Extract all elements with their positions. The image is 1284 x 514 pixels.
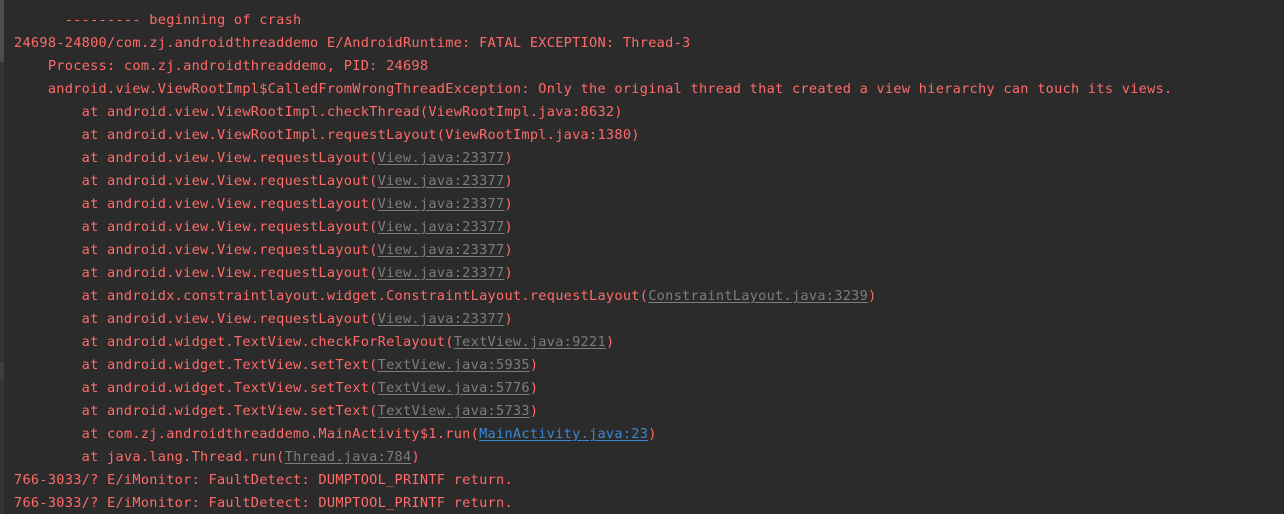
log-line-stack-viewrootimpl-requestlayout: at android.view.ViewRootImpl.requestLayo… (0, 124, 1284, 147)
log-text: ) (529, 380, 539, 396)
source-link-external[interactable]: TextView.java:5776 (378, 380, 530, 396)
source-link-external[interactable]: TextView.java:9221 (454, 334, 606, 350)
log-text: ) (504, 242, 513, 258)
log-text: ) (504, 196, 513, 212)
log-line-stack-constraintlayout-requestlayout: at androidx.constraintlayout.widget.Cons… (0, 285, 1284, 308)
log-line-stack-settext-3: at android.widget.TextView.setText(TextV… (0, 400, 1284, 423)
log-line-stack-view-requestlayout-2: at android.view.View.requestLayout(View.… (0, 170, 1284, 193)
log-text: at android.view.View.requestLayout( (14, 173, 378, 189)
source-link-external[interactable]: View.java:23377 (378, 150, 505, 166)
log-text: 766-3033/? E/iMonitor: FaultDetect: DUMP… (14, 495, 513, 511)
log-text: at android.view.View.requestLayout( (14, 150, 378, 166)
log-text: --------- beginning of crash (14, 12, 302, 28)
log-text: at android.widget.TextView.setText( (14, 380, 378, 396)
log-text: ) (648, 426, 657, 442)
log-text: at androidx.constraintlayout.widget.Cons… (14, 288, 649, 304)
source-link-external[interactable]: View.java:23377 (378, 311, 505, 327)
log-text: at android.view.View.requestLayout( (14, 311, 378, 327)
log-line-stack-view-requestlayout-6: at android.view.View.requestLayout(View.… (0, 262, 1284, 285)
log-line-process-pid: Process: com.zj.androidthreaddemo, PID: … (0, 55, 1284, 78)
log-line-stack-view-requestlayout-1: at android.view.View.requestLayout(View.… (0, 147, 1284, 170)
log-text: ) (504, 311, 513, 327)
source-link-external[interactable]: View.java:23377 (378, 196, 505, 212)
log-text: at android.view.View.requestLayout( (14, 265, 378, 281)
log-line-fatal-exception: 24698-24800/com.zj.androidthreaddemo E/A… (0, 32, 1284, 55)
log-line-stack-view-requestlayout-7: at android.view.View.requestLayout(View.… (0, 308, 1284, 331)
log-text: ) (504, 150, 513, 166)
source-link-external[interactable]: View.java:23377 (378, 219, 505, 235)
log-line-beginning-of-crash: --------- beginning of crash (0, 9, 1284, 32)
log-line-stack-view-requestlayout-4: at android.view.View.requestLayout(View.… (0, 216, 1284, 239)
log-text: ) (529, 403, 539, 419)
log-text: at android.view.ViewRootImpl.requestLayo… (14, 127, 640, 143)
log-line-imonitor-2: 766-3033/? E/iMonitor: FaultDetect: DUMP… (0, 492, 1284, 514)
source-link-external[interactable]: TextView.java:5733 (378, 403, 530, 419)
log-text: ) (504, 173, 513, 189)
source-link-external[interactable]: View.java:23377 (378, 173, 505, 189)
log-line-stack-thread-run: at java.lang.Thread.run(Thread.java:784) (0, 446, 1284, 469)
source-link-project[interactable]: MainActivity.java:23 (479, 426, 648, 442)
log-text: at android.view.View.requestLayout( (14, 196, 378, 212)
log-text: at android.view.View.requestLayout( (14, 242, 378, 258)
log-text: ) (411, 449, 420, 465)
log-line-stack-mainactivity-run: at com.zj.androidthreaddemo.MainActivity… (0, 423, 1284, 446)
log-text: ) (605, 334, 615, 350)
log-text: at android.widget.TextView.setText( (14, 403, 378, 419)
log-text: at java.lang.Thread.run( (14, 449, 285, 465)
log-line-stack-settext-2: at android.widget.TextView.setText(TextV… (0, 377, 1284, 400)
log-line-stack-checkforrelayout: at android.widget.TextView.checkForRelay… (0, 331, 1284, 354)
logcat-console-panel[interactable]: --------- beginning of crash 24698-24800/… (0, 0, 1284, 514)
log-text: Process: com.zj.androidthreaddemo, PID: … (14, 58, 429, 74)
log-line-imonitor-1: 766-3033/? E/iMonitor: FaultDetect: DUMP… (0, 469, 1284, 492)
log-line-stack-settext-1: at android.widget.TextView.setText(TextV… (0, 354, 1284, 377)
log-text: at android.widget.TextView.checkForRelay… (14, 334, 454, 350)
log-text: at android.view.ViewRootImpl.checkThread… (14, 104, 623, 120)
log-text: at android.view.View.requestLayout( (14, 219, 378, 235)
source-link-external[interactable]: View.java:23377 (378, 265, 505, 281)
log-text: at com.zj.androidthreaddemo.MainActivity… (14, 426, 480, 442)
log-text: ) (504, 219, 513, 235)
log-text: at android.widget.TextView.setText( (14, 357, 378, 373)
log-line-stack-checkthread: at android.view.ViewRootImpl.checkThread… (0, 101, 1284, 124)
log-text: 24698-24800/com.zj.androidthreaddemo E/A… (14, 35, 691, 51)
source-link-external[interactable]: TextView.java:5935 (378, 357, 530, 373)
log-text: ) (504, 265, 513, 281)
log-output-lines: --------- beginning of crash 24698-24800/… (0, 0, 1284, 514)
source-link-external[interactable]: Thread.java:784 (285, 449, 412, 465)
log-text: ) (868, 288, 877, 304)
log-line-stack-view-requestlayout-5: at android.view.View.requestLayout(View.… (0, 239, 1284, 262)
log-text: android.view.ViewRootImpl$CalledFromWron… (14, 81, 1173, 97)
log-text: ) (529, 357, 539, 373)
log-line-stack-view-requestlayout-3: at android.view.View.requestLayout(View.… (0, 193, 1284, 216)
log-text: 766-3033/? E/iMonitor: FaultDetect: DUMP… (14, 472, 513, 488)
log-line-exception-message: android.view.ViewRootImpl$CalledFromWron… (0, 78, 1284, 101)
source-link-external[interactable]: ConstraintLayout.java:3239 (648, 288, 868, 304)
source-link-external[interactable]: View.java:23377 (378, 242, 505, 258)
